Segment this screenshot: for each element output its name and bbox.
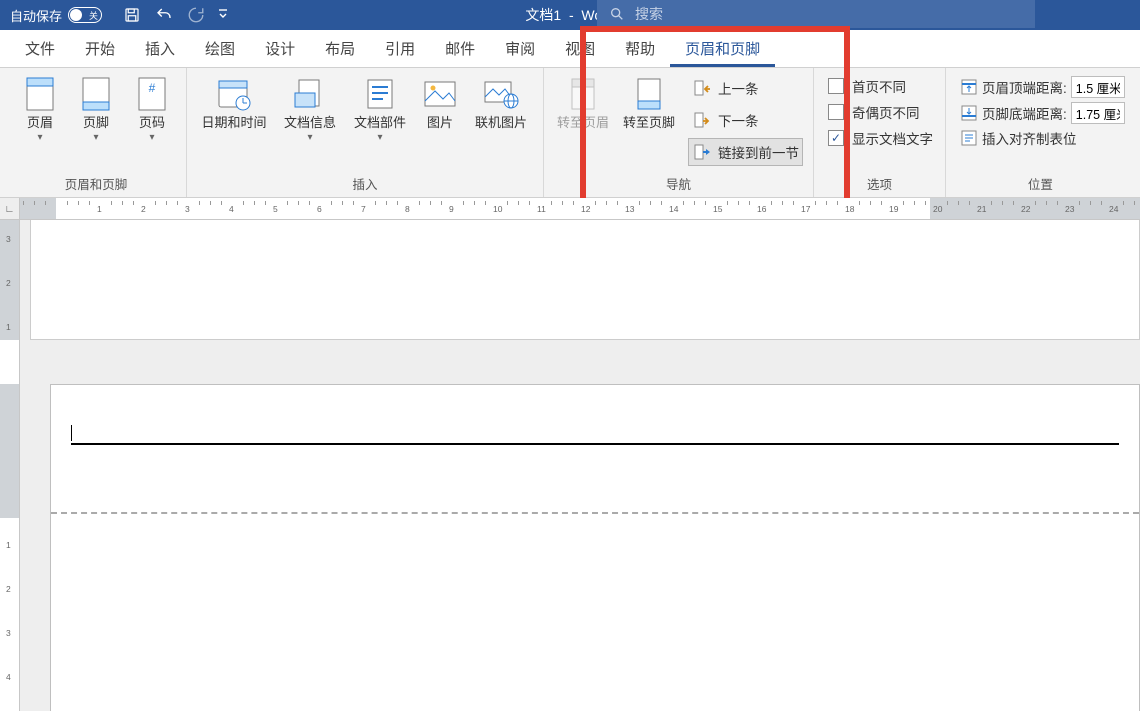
doc-info-icon bbox=[290, 74, 330, 114]
header-distance-input[interactable] bbox=[1071, 76, 1125, 98]
group-label: 选项 bbox=[867, 172, 892, 197]
next-button[interactable]: 下一条 bbox=[688, 106, 803, 134]
group-label: 页眉和页脚 bbox=[65, 172, 128, 197]
group-header-footer: 页眉 ▾ 页脚 ▾ # 页码 ▾ 页眉和页脚 bbox=[0, 68, 187, 197]
different-odd-even-checkbox[interactable]: 奇偶页不同 bbox=[828, 102, 933, 122]
tab-insert[interactable]: 插入 bbox=[130, 30, 190, 67]
tab-design[interactable]: 设计 bbox=[250, 30, 310, 67]
group-label: 插入 bbox=[352, 172, 377, 197]
goto-header-icon bbox=[563, 74, 603, 114]
checkbox-icon bbox=[828, 78, 844, 94]
header-button[interactable]: 页眉 ▾ bbox=[12, 70, 68, 143]
tab-mailings[interactable]: 邮件 bbox=[430, 30, 490, 67]
page[interactable] bbox=[50, 384, 1140, 711]
goto-header-button: 转至页眉 bbox=[550, 70, 616, 131]
save-button[interactable] bbox=[118, 2, 146, 28]
toggle-switch-icon: 关 bbox=[68, 7, 102, 23]
quick-parts-icon bbox=[360, 74, 400, 114]
ribbon: 页眉 ▾ 页脚 ▾ # 页码 ▾ 页眉和页脚 bbox=[0, 68, 1140, 198]
search-placeholder: 搜索 bbox=[635, 4, 663, 24]
footer-button[interactable]: 页脚 ▾ bbox=[68, 70, 124, 143]
link-to-previous-button[interactable]: 链接到前一节 bbox=[688, 138, 803, 166]
arrow-down-icon bbox=[692, 110, 712, 130]
online-picture-icon bbox=[481, 74, 521, 114]
group-label: 位置 bbox=[1028, 172, 1053, 197]
text-cursor bbox=[71, 425, 72, 441]
chevron-down-icon: ▾ bbox=[93, 133, 98, 143]
document-area[interactable] bbox=[20, 220, 1140, 711]
checkbox-checked-icon: ✓ bbox=[828, 130, 844, 146]
page-number-button[interactable]: # 页码 ▾ bbox=[124, 70, 180, 143]
group-navigation: 转至页眉 转至页脚 上一条 下一条 链接到前一节 bbox=[544, 68, 814, 197]
different-first-page-checkbox[interactable]: 首页不同 bbox=[828, 76, 933, 96]
insert-alignment-tab-button[interactable]: 插入对齐制表位 bbox=[960, 128, 1125, 148]
checkbox-icon bbox=[828, 104, 844, 120]
footer-distance-input[interactable] bbox=[1071, 102, 1125, 124]
horizontal-ruler[interactable]: ∟ 12345678910111213141516171819202122232… bbox=[0, 198, 1140, 220]
group-options: 首页不同 奇偶页不同 ✓ 显示文档文字 选项 bbox=[814, 68, 946, 197]
alignment-tab-icon bbox=[960, 129, 978, 147]
goto-footer-icon bbox=[629, 74, 669, 114]
tab-help[interactable]: 帮助 bbox=[610, 30, 670, 67]
tab-draw[interactable]: 绘图 bbox=[190, 30, 250, 67]
tab-selector[interactable]: ∟ bbox=[0, 198, 20, 220]
footer-distance-row: 页脚底端距离: bbox=[960, 102, 1125, 124]
svg-text:#: # bbox=[149, 81, 156, 95]
calendar-icon bbox=[214, 74, 254, 114]
goto-footer-button[interactable]: 转至页脚 bbox=[616, 70, 682, 131]
show-document-text-checkbox[interactable]: ✓ 显示文档文字 bbox=[828, 128, 933, 148]
header-separator-line bbox=[71, 443, 1119, 445]
tab-references[interactable]: 引用 bbox=[370, 30, 430, 67]
vertical-ruler[interactable]: 3 2 1 1 2 3 4 bbox=[0, 220, 20, 711]
tab-layout[interactable]: 布局 bbox=[310, 30, 370, 67]
header-boundary-line bbox=[51, 512, 1139, 514]
header-distance-icon bbox=[960, 78, 978, 96]
doc-info-button[interactable]: 文档信息 ▾ bbox=[275, 70, 345, 143]
previous-button[interactable]: 上一条 bbox=[688, 74, 803, 102]
tab-file[interactable]: 文件 bbox=[10, 30, 70, 67]
chevron-down-icon: ▾ bbox=[377, 133, 382, 143]
link-icon bbox=[692, 142, 712, 162]
autosave-label: 自动保存 bbox=[10, 6, 62, 25]
redo-button[interactable] bbox=[182, 2, 210, 28]
previous-page-bottom bbox=[30, 220, 1140, 340]
group-label: 导航 bbox=[666, 172, 691, 197]
datetime-button[interactable]: 日期和时间 bbox=[193, 70, 275, 131]
footer-icon bbox=[76, 74, 116, 114]
tab-header-footer[interactable]: 页眉和页脚 bbox=[670, 30, 775, 67]
qat-customize-button[interactable] bbox=[214, 2, 232, 28]
footer-distance-icon bbox=[960, 104, 978, 122]
tab-view[interactable]: 视图 bbox=[550, 30, 610, 67]
search-icon bbox=[609, 6, 625, 22]
chevron-down-icon: ▾ bbox=[37, 133, 42, 143]
header-distance-row: 页眉顶端距离: bbox=[960, 76, 1125, 98]
group-position: 页眉顶端距离: 页脚底端距离: 插入对齐制表位 位置 bbox=[946, 68, 1135, 197]
tab-home[interactable]: 开始 bbox=[70, 30, 130, 67]
online-picture-button[interactable]: 联机图片 bbox=[465, 70, 537, 131]
page-number-icon: # bbox=[132, 74, 172, 114]
quick-parts-button[interactable]: 文档部件 ▾ bbox=[345, 70, 415, 143]
picture-button[interactable]: 图片 bbox=[415, 70, 465, 131]
header-icon bbox=[20, 74, 60, 114]
tab-review[interactable]: 审阅 bbox=[490, 30, 550, 67]
autosave-toggle[interactable]: 自动保存 关 bbox=[0, 6, 112, 25]
quick-access-toolbar bbox=[112, 2, 232, 28]
arrow-up-icon bbox=[692, 78, 712, 98]
picture-icon bbox=[420, 74, 460, 114]
group-insert: 日期和时间 文档信息 ▾ 文档部件 ▾ 图片 bbox=[187, 68, 544, 197]
chevron-down-icon: ▾ bbox=[149, 133, 154, 143]
search-box[interactable]: 搜索 bbox=[597, 0, 1035, 28]
ribbon-tabs: 文件 开始 插入 绘图 设计 布局 引用 邮件 审阅 视图 帮助 页眉和页脚 bbox=[0, 30, 1140, 68]
chevron-down-icon: ▾ bbox=[307, 133, 312, 143]
title-bar: 自动保存 关 文档1 - Word 搜索 bbox=[0, 0, 1140, 30]
undo-button[interactable] bbox=[150, 2, 178, 28]
